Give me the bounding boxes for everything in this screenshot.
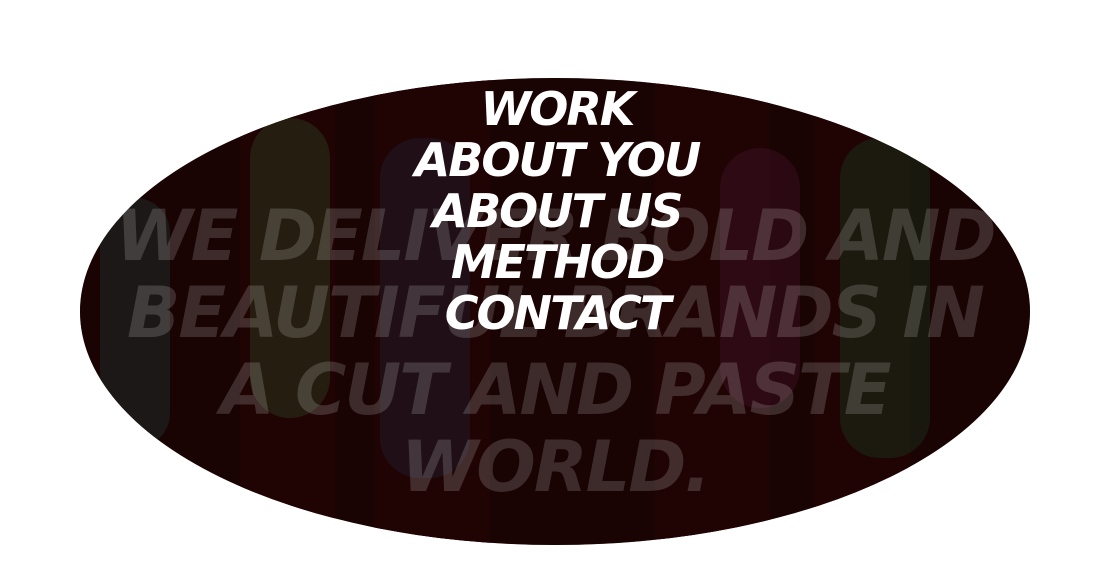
page: WE DELIVER BOLD AND BEAUTIFUL BRANDS IN … [0,0,1106,565]
nav-item-about-us: ABOUT US [0,186,1106,237]
nav-link-about-us[interactable]: ABOUT US [433,186,684,237]
tagline-line: A CUT AND PASTE [220,349,891,431]
nav-link-about-you[interactable]: ABOUT YOU [415,135,702,186]
tagline-line: WORLD. [401,426,711,508]
nav-link-method[interactable]: METHOD [451,237,665,288]
main-nav-menu: WORK ABOUT YOU ABOUT US METHOD CONTACT [0,84,1106,339]
nav-link-contact[interactable]: CONTACT [445,288,671,339]
nav-item-work: WORK [0,84,1106,135]
nav-item-contact: CONTACT [0,288,1106,339]
nav-item-about-you: ABOUT YOU [0,135,1106,186]
nav-item-method: METHOD [0,237,1106,288]
nav-link-work[interactable]: WORK [481,84,636,135]
